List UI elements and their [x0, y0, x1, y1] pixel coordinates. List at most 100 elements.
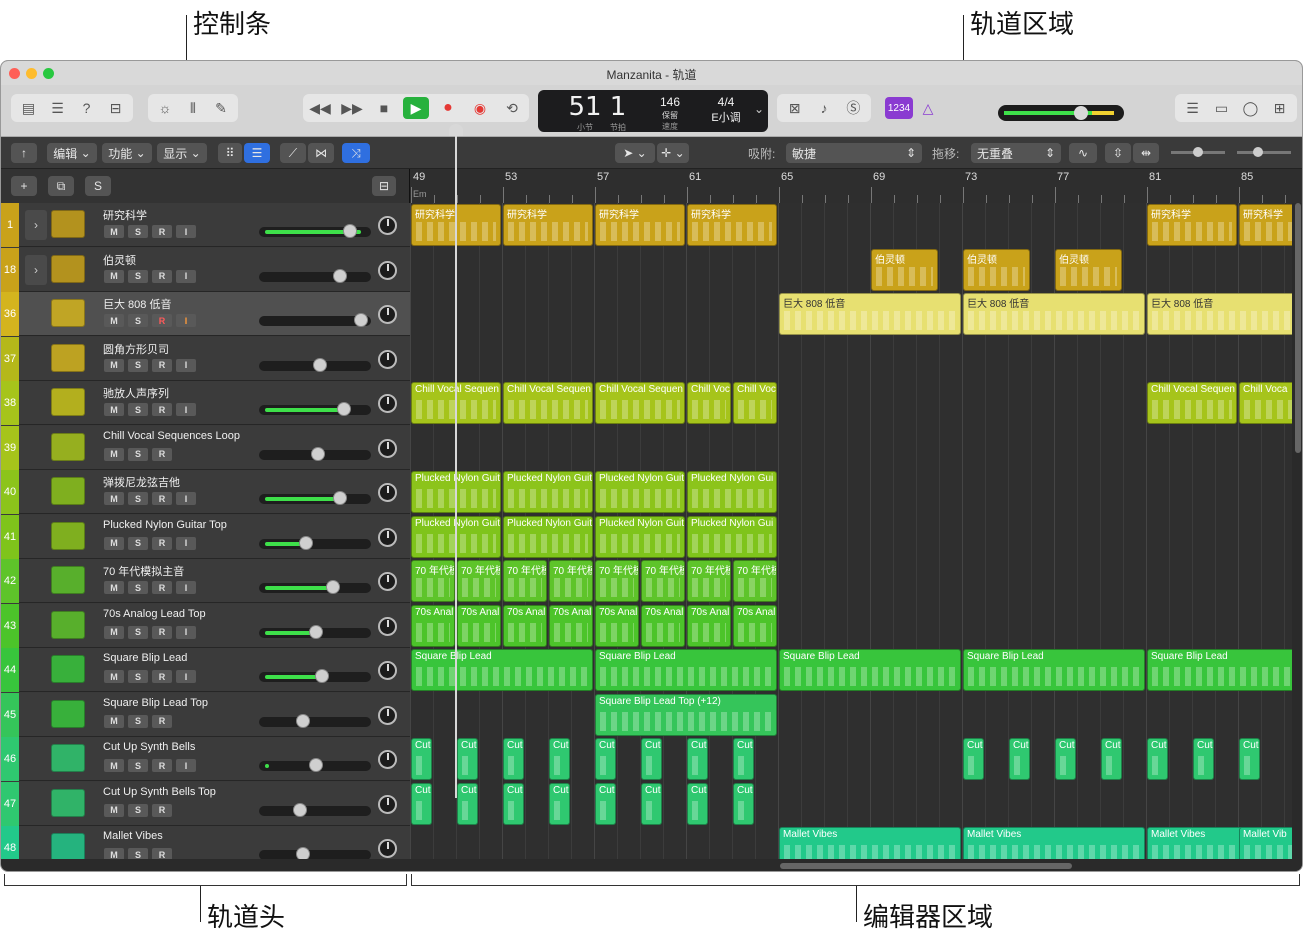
volume-fader-knob[interactable]	[295, 847, 310, 859]
track-header[interactable]: 39 Chill Vocal Sequences Loop M S R	[1, 425, 410, 470]
volume-fader[interactable]	[259, 446, 371, 461]
region[interactable]: Cut	[457, 782, 478, 825]
record-enable-button[interactable]: R	[152, 358, 172, 372]
volume-fader[interactable]	[259, 268, 371, 283]
volume-fader[interactable]	[259, 624, 371, 639]
disclosure-triangle-icon[interactable]: ›	[25, 254, 47, 285]
volume-fader-knob[interactable]	[309, 758, 324, 772]
stop-icon[interactable]: ■	[371, 97, 397, 119]
solo-button[interactable]: S	[128, 314, 148, 327]
track-header[interactable]: 36 巨大 808 低音 M S R I	[1, 292, 410, 336]
loop-browser-icon[interactable]: ◯	[1237, 97, 1264, 119]
volume-fader-knob[interactable]	[312, 357, 327, 372]
region[interactable]: 70 年代模	[687, 560, 731, 602]
input-monitor-button[interactable]: I	[176, 403, 196, 416]
solo-mode-icon[interactable]: Ⓢ	[840, 97, 867, 119]
region[interactable]: Mallet Vib	[1239, 827, 1292, 859]
region[interactable]: Cut	[963, 738, 984, 780]
input-monitor-button[interactable]: I	[176, 759, 196, 772]
capture-record-icon[interactable]: ◉	[467, 97, 493, 119]
editors-icon[interactable]: ✎	[208, 97, 234, 119]
pan-knob[interactable]	[378, 438, 397, 458]
region[interactable]: 研究科学	[687, 204, 777, 246]
input-monitor-button[interactable]: I	[176, 358, 196, 372]
horizontal-scrollbar[interactable]	[410, 859, 1302, 871]
region[interactable]: Square Blip Lead Top (+12)	[595, 693, 777, 736]
solo-button[interactable]: S	[128, 759, 148, 772]
region[interactable]: 研究科学	[503, 204, 593, 246]
volume-fader[interactable]	[259, 402, 371, 416]
horizontal-scroll-thumb[interactable]	[780, 863, 1072, 869]
mute-button[interactable]: M	[104, 759, 124, 772]
pan-knob[interactable]	[378, 839, 397, 858]
volume-fader-knob[interactable]	[295, 713, 310, 728]
mute-button[interactable]: M	[104, 536, 124, 550]
record-enable-button[interactable]: R	[152, 803, 172, 817]
record-enable-button[interactable]: R	[152, 670, 172, 683]
vertical-scroll-thumb[interactable]	[1295, 203, 1301, 453]
volume-fader[interactable]	[259, 669, 371, 683]
vertical-zoom-icon[interactable]: ⇳	[1105, 143, 1131, 163]
volume-fader-knob[interactable]	[292, 802, 307, 817]
track-header[interactable]: 40 弹拨尼龙弦吉他 M S R I	[1, 470, 410, 514]
region[interactable]: 70 年代模	[733, 560, 777, 602]
track-name[interactable]: Cut Up Synth Bells Top	[103, 786, 216, 798]
mute-button[interactable]: M	[104, 358, 124, 372]
volume-fader[interactable]	[259, 713, 371, 728]
solo-button[interactable]: S	[128, 803, 148, 817]
inspector-icon[interactable]: ☰	[44, 97, 71, 119]
volume-fader-knob[interactable]	[310, 446, 325, 461]
track-name[interactable]: Plucked Nylon Guitar Top	[103, 519, 227, 531]
mute-button[interactable]: M	[104, 581, 124, 594]
region[interactable]: Plucked Nylon Gui	[687, 515, 777, 558]
input-monitor-button[interactable]: I	[176, 314, 196, 327]
volume-fader[interactable]	[259, 580, 371, 594]
region[interactable]: Cut	[411, 738, 432, 780]
lcd-display[interactable]: 51 小节 1 节拍 146 保留 速度 4/4 E小调 ⌄	[538, 90, 768, 132]
track-name[interactable]: Square Blip Lead Top	[103, 697, 208, 709]
volume-fader-knob[interactable]	[326, 580, 341, 594]
mute-button[interactable]: M	[104, 492, 124, 505]
region[interactable]: 70s Anal	[457, 604, 501, 647]
edit-menu[interactable]: 编辑 ⌄	[47, 143, 97, 163]
region[interactable]: Cut	[549, 782, 570, 825]
region[interactable]: Plucked Nylon Guit	[595, 471, 685, 513]
solo-button[interactable]: S	[128, 447, 148, 461]
input-monitor-button[interactable]: I	[176, 670, 196, 683]
region[interactable]: Cut	[1239, 738, 1260, 780]
track-header[interactable]: 43 70s Analog Lead Top M S R I	[1, 603, 410, 648]
record-enable-button[interactable]: R	[152, 759, 172, 772]
region[interactable]: 研究科学	[1147, 204, 1237, 246]
up-arrow-icon[interactable]: ↑	[11, 143, 37, 163]
volume-fader[interactable]	[259, 847, 371, 859]
track-header[interactable]: 1 › 研究科学 M S R I	[1, 203, 410, 247]
global-solo-button[interactable]: S	[85, 176, 111, 196]
input-monitor-button[interactable]: I	[176, 536, 196, 550]
region[interactable]: Cut	[1193, 738, 1214, 780]
region[interactable]: Cut	[503, 782, 524, 825]
volume-fader-knob[interactable]	[332, 491, 347, 505]
region[interactable]: Cut	[641, 738, 662, 780]
mute-button[interactable]: M	[104, 803, 124, 817]
add-track-button[interactable]: +	[11, 176, 37, 196]
pencil-tool-icon[interactable]: ✛ ⌄	[657, 143, 689, 163]
snap-select[interactable]: 敏捷 ⇕	[786, 143, 922, 163]
region[interactable]: Square Blip Lead	[411, 649, 593, 691]
tracks-area[interactable]: 研究科学 研究科学 研究科学 研究科学 研究科学 研究科学 伯灵顿 伯灵顿 伯灵顿 巨大 808 …	[410, 203, 1292, 859]
region[interactable]: Cut	[1101, 738, 1122, 780]
notepad-icon[interactable]: ▭	[1208, 97, 1235, 119]
forward-icon[interactable]: ▶▶	[339, 97, 365, 119]
volume-fader-knob[interactable]	[343, 224, 357, 238]
region[interactable]: Cut	[457, 738, 478, 780]
region[interactable]: 70 年代模	[549, 560, 593, 602]
mute-button[interactable]: M	[104, 714, 124, 728]
solo-button[interactable]: S	[128, 848, 148, 859]
vertical-zoom-slider[interactable]	[1171, 147, 1225, 157]
volume-fader[interactable]	[259, 313, 371, 327]
region[interactable]: Chill Voc	[733, 382, 777, 424]
list-editors-icon[interactable]: ☰	[1179, 97, 1206, 119]
track-header[interactable]: 45 Square Blip Lead Top M S R	[1, 692, 410, 737]
track-name[interactable]: 70 年代模拟主音	[103, 563, 184, 579]
mute-button[interactable]: M	[104, 625, 124, 639]
mute-button[interactable]: M	[104, 269, 124, 283]
